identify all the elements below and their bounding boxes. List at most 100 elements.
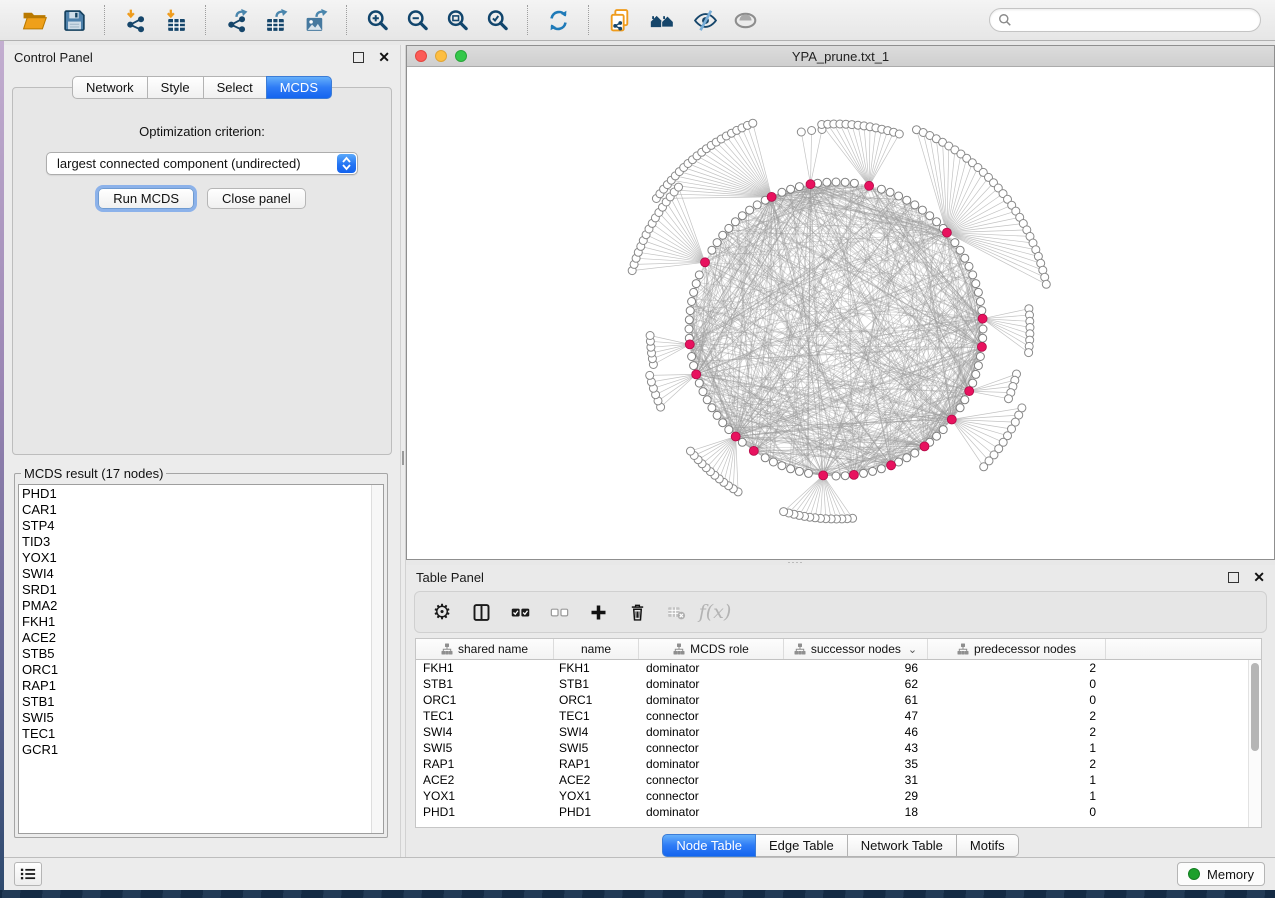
- table-cell[interactable]: TEC1: [416, 708, 554, 724]
- table-cell[interactable]: dominator: [639, 804, 784, 820]
- table-cell[interactable]: dominator: [639, 692, 784, 708]
- search-input[interactable]: [1017, 10, 1252, 30]
- table-row[interactable]: PHD1PHD1dominator180: [416, 804, 1261, 820]
- mcds-result-item[interactable]: TEC1: [22, 726, 383, 742]
- mcds-list-scrollbar[interactable]: [371, 485, 383, 833]
- table-cell[interactable]: 2: [928, 756, 1106, 772]
- mcds-result-item[interactable]: PHD1: [22, 486, 383, 502]
- column-header-MCDS-role[interactable]: MCDS role: [639, 639, 784, 659]
- deselect-all-icon[interactable]: [548, 601, 570, 623]
- table-cell[interactable]: RAP1: [554, 756, 639, 772]
- table-cell[interactable]: dominator: [639, 756, 784, 772]
- table-cell[interactable]: connector: [639, 708, 784, 724]
- mcds-result-item[interactable]: GCR1: [22, 742, 383, 758]
- table-cell[interactable]: ORC1: [554, 692, 639, 708]
- table-cell[interactable]: 43: [784, 740, 928, 756]
- close-panel-button[interactable]: Close panel: [207, 188, 306, 209]
- column-header-shared-name[interactable]: shared name: [416, 639, 554, 659]
- table-cell[interactable]: connector: [639, 788, 784, 804]
- table-cell[interactable]: SWI4: [416, 724, 554, 740]
- run-mcds-button[interactable]: Run MCDS: [98, 188, 194, 209]
- table-cell[interactable]: 61: [784, 692, 928, 708]
- table-cell[interactable]: 0: [928, 692, 1106, 708]
- table-row[interactable]: FKH1FKH1dominator962: [416, 660, 1261, 676]
- mcds-result-item[interactable]: RAP1: [22, 678, 383, 694]
- close-table-panel-icon[interactable]: ✕: [1253, 572, 1265, 583]
- table-cell[interactable]: connector: [639, 740, 784, 756]
- table-cell[interactable]: 62: [784, 676, 928, 692]
- table-cell[interactable]: ORC1: [416, 692, 554, 708]
- open-session-icon[interactable]: [19, 5, 49, 35]
- table-row[interactable]: SWI5SWI5connector431: [416, 740, 1261, 756]
- zoom-fit-icon[interactable]: [442, 5, 472, 35]
- table-cell[interactable]: 47: [784, 708, 928, 724]
- table-cell[interactable]: SWI5: [554, 740, 639, 756]
- show-columns-icon[interactable]: [470, 601, 492, 623]
- mcds-result-item[interactable]: CAR1: [22, 502, 383, 518]
- float-table-panel-icon[interactable]: [1228, 572, 1239, 583]
- select-all-icon[interactable]: [509, 601, 531, 623]
- table-cell[interactable]: 0: [928, 804, 1106, 820]
- table-cell[interactable]: SWI5: [416, 740, 554, 756]
- float-panel-icon[interactable]: [353, 52, 364, 63]
- table-cell[interactable]: PHD1: [416, 804, 554, 820]
- mcds-result-item[interactable]: STB5: [22, 646, 383, 662]
- import-table-icon[interactable]: [160, 5, 190, 35]
- close-panel-icon[interactable]: ✕: [378, 52, 390, 63]
- add-column-icon[interactable]: [587, 601, 609, 623]
- export-image-icon[interactable]: [301, 5, 331, 35]
- mcds-result-item[interactable]: STB1: [22, 694, 383, 710]
- table-cell[interactable]: 1: [928, 772, 1106, 788]
- table-cell[interactable]: TEC1: [554, 708, 639, 724]
- table-cell[interactable]: dominator: [639, 660, 784, 676]
- table-row[interactable]: ACE2ACE2connector311: [416, 772, 1261, 788]
- table-row[interactable]: TEC1TEC1connector472: [416, 708, 1261, 724]
- table-cell[interactable]: YOX1: [554, 788, 639, 804]
- table-cell[interactable]: 1: [928, 788, 1106, 804]
- column-header-predecessor-nodes[interactable]: predecessor nodes: [928, 639, 1106, 659]
- mcds-result-item[interactable]: STP4: [22, 518, 383, 534]
- table-cell[interactable]: ACE2: [554, 772, 639, 788]
- tab-mcds[interactable]: MCDS: [266, 76, 332, 99]
- node-table[interactable]: shared namenameMCDS rolesuccessor nodes⌄…: [415, 638, 1262, 828]
- column-header-successor-nodes[interactable]: successor nodes⌄: [784, 639, 928, 659]
- mcds-result-item[interactable]: SRD1: [22, 582, 383, 598]
- table-cell[interactable]: RAP1: [416, 756, 554, 772]
- table-row[interactable]: SWI4SWI4dominator462: [416, 724, 1261, 740]
- tab-node-table[interactable]: Node Table: [662, 834, 756, 857]
- tab-motifs[interactable]: Motifs: [956, 834, 1019, 857]
- network-graph[interactable]: [407, 67, 1274, 559]
- table-cell[interactable]: 35: [784, 756, 928, 772]
- table-cell[interactable]: 0: [928, 676, 1106, 692]
- mcds-result-item[interactable]: YOX1: [22, 550, 383, 566]
- table-row[interactable]: ORC1ORC1dominator610: [416, 692, 1261, 708]
- table-cell[interactable]: STB1: [416, 676, 554, 692]
- zoom-selected-icon[interactable]: [482, 5, 512, 35]
- table-cell[interactable]: 46: [784, 724, 928, 740]
- table-settings-icon[interactable]: ⚙: [431, 601, 453, 623]
- tab-select[interactable]: Select: [203, 76, 267, 99]
- zoom-out-icon[interactable]: [402, 5, 432, 35]
- birds-eye-view-icon[interactable]: [730, 5, 760, 35]
- table-cell[interactable]: dominator: [639, 724, 784, 740]
- tab-style[interactable]: Style: [147, 76, 204, 99]
- mcds-result-item[interactable]: PMA2: [22, 598, 383, 614]
- column-header-name[interactable]: name: [554, 639, 639, 659]
- table-cell[interactable]: STB1: [554, 676, 639, 692]
- tab-network-table[interactable]: Network Table: [847, 834, 957, 857]
- delete-column-icon[interactable]: [626, 601, 648, 623]
- zoom-in-icon[interactable]: [362, 5, 392, 35]
- table-cell[interactable]: 29: [784, 788, 928, 804]
- import-network-icon[interactable]: [120, 5, 150, 35]
- mcds-result-item[interactable]: ACE2: [22, 630, 383, 646]
- tab-edge-table[interactable]: Edge Table: [755, 834, 848, 857]
- refresh-layout-icon[interactable]: [543, 5, 573, 35]
- mcds-result-item[interactable]: SWI5: [22, 710, 383, 726]
- table-cell[interactable]: connector: [639, 772, 784, 788]
- table-cell[interactable]: FKH1: [416, 660, 554, 676]
- mcds-result-item[interactable]: FKH1: [22, 614, 383, 630]
- clone-network-icon[interactable]: [604, 5, 634, 35]
- table-vertical-scrollbar[interactable]: [1248, 660, 1261, 827]
- optimization-criterion-select[interactable]: largest connected component (undirected): [46, 152, 358, 175]
- mcds-result-listbox[interactable]: PHD1CAR1STP4TID3YOX1SWI4SRD1PMA2FKH1ACE2…: [18, 484, 384, 834]
